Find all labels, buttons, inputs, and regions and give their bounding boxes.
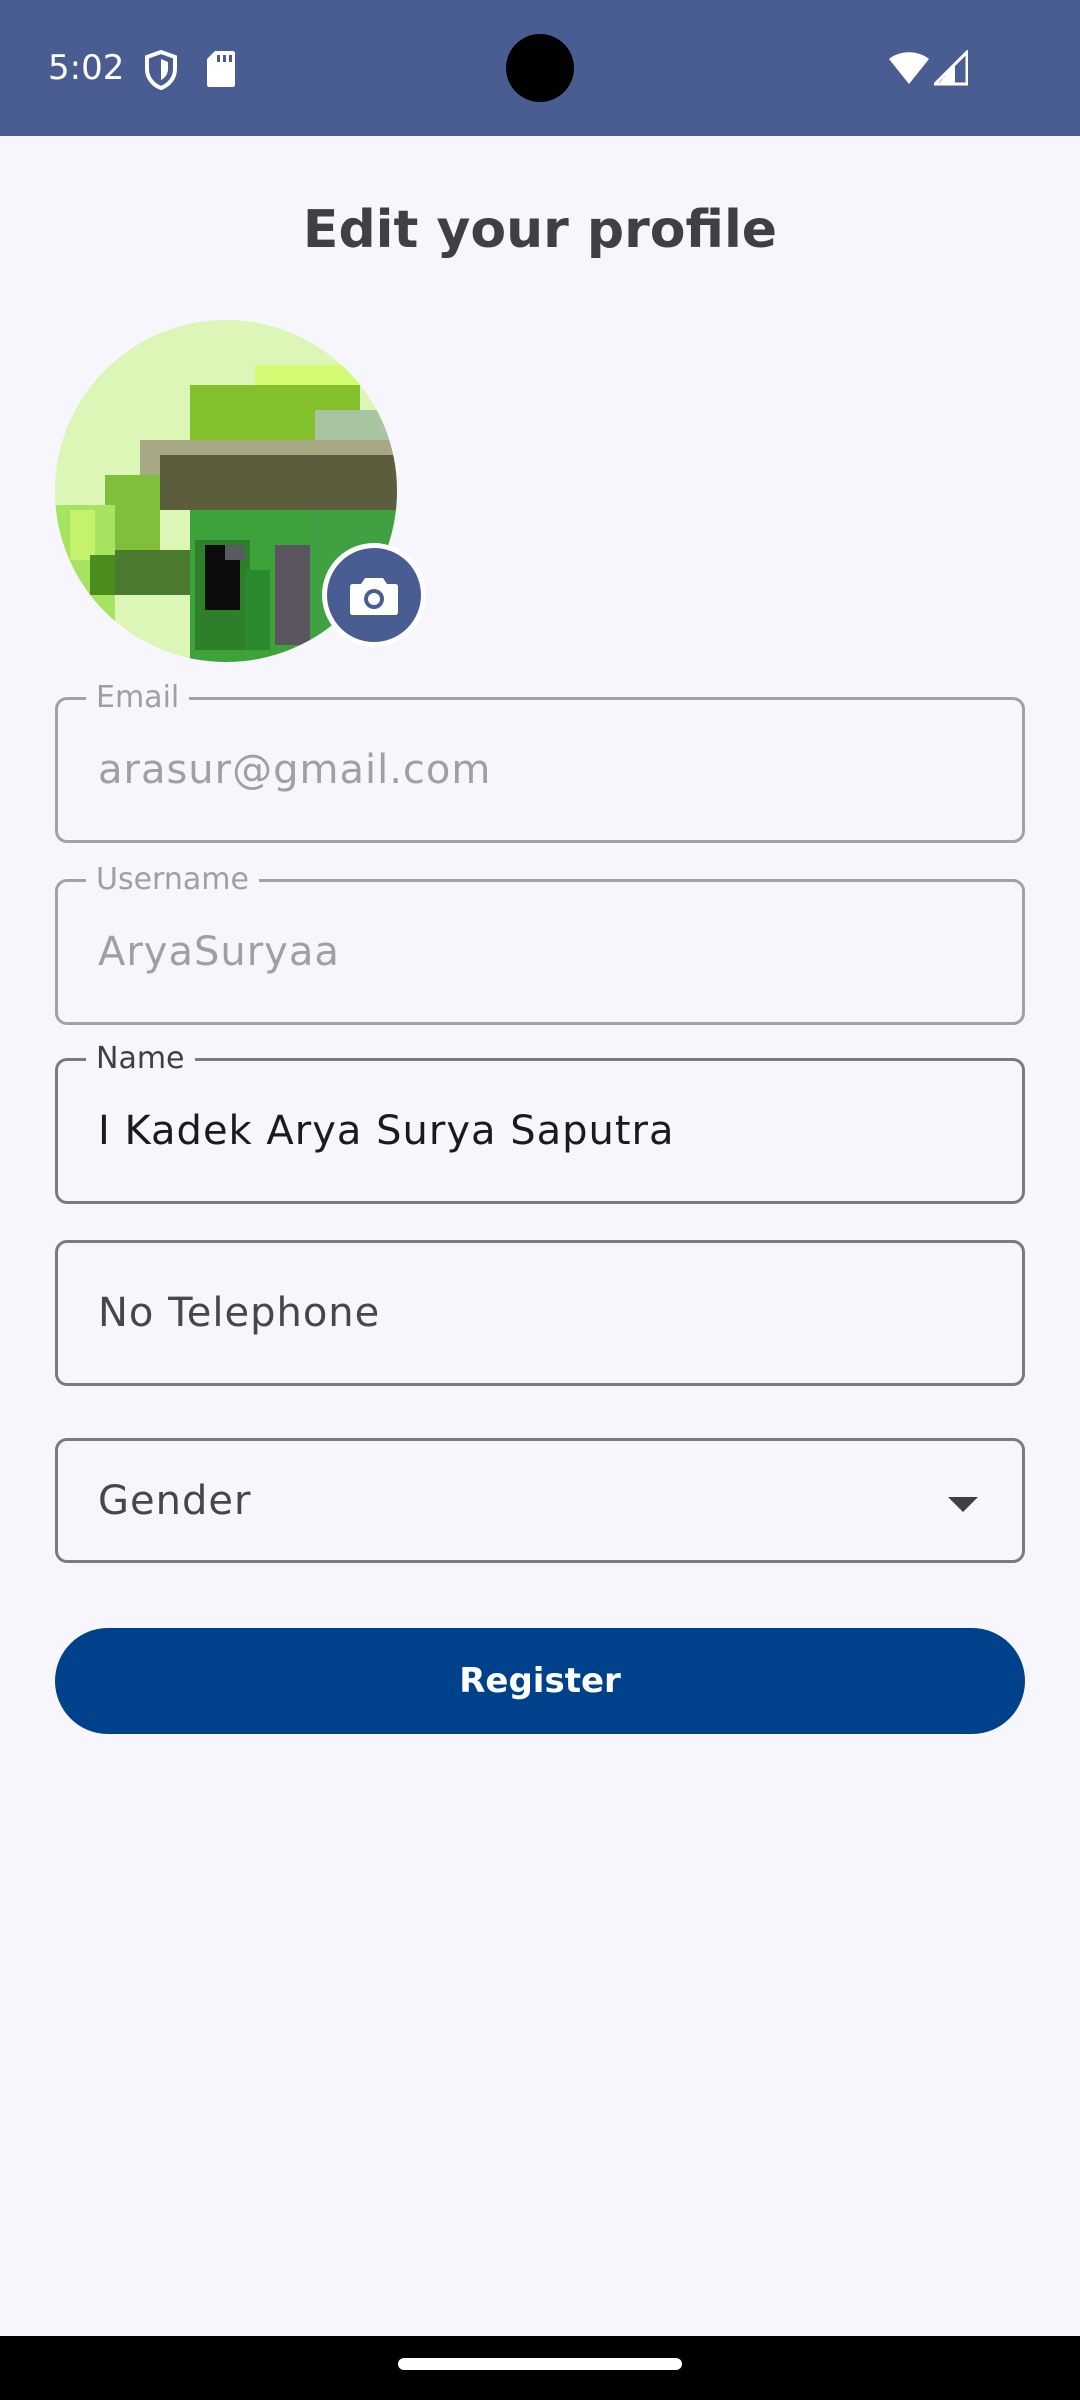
telephone-field[interactable]: No Telephone xyxy=(55,1240,1025,1386)
wifi-icon xyxy=(889,52,929,84)
username-field: Username AryaSuryaa xyxy=(55,862,1025,1025)
home-handle[interactable] xyxy=(398,2358,682,2370)
status-bar: 5:02 xyxy=(0,0,1080,136)
signal-icon xyxy=(934,50,968,86)
camera-icon xyxy=(350,578,398,615)
gender-dropdown[interactable]: Gender xyxy=(55,1438,1025,1563)
register-button[interactable]: Register xyxy=(55,1628,1025,1734)
change-photo-button[interactable] xyxy=(322,543,426,647)
navigation-bar xyxy=(0,2336,1080,2400)
shield-icon xyxy=(145,50,177,90)
gender-placeholder: Gender xyxy=(98,1477,252,1524)
name-field[interactable]: Name I Kadek Arya Surya Saputra xyxy=(55,1041,1025,1204)
email-field: Email arasur@gmail.com xyxy=(55,680,1025,843)
status-time: 5:02 xyxy=(48,48,125,88)
name-value: I Kadek Arya Surya Saputra xyxy=(98,1108,675,1154)
telephone-placeholder: No Telephone xyxy=(98,1290,381,1336)
dropdown-arrow-icon[interactable] xyxy=(948,1497,978,1512)
sd-card-icon xyxy=(207,51,235,87)
page-title: Edit your profile xyxy=(302,200,778,260)
front-camera-cutout xyxy=(506,34,574,102)
username-value: AryaSuryaa xyxy=(98,929,340,975)
email-value: arasur@gmail.com xyxy=(98,747,492,793)
